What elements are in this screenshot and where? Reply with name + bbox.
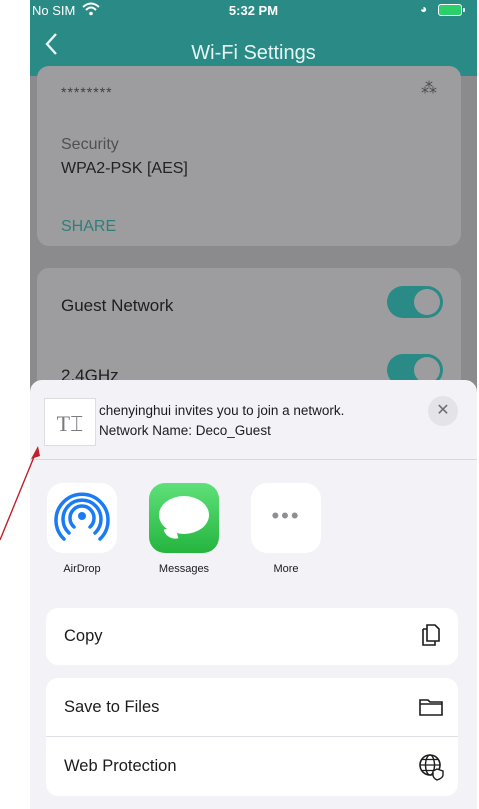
- phone-screen: No SIM 5:32 PM ◕ Wi-Fi Settings ********…: [30, 0, 477, 809]
- page-title: Wi-Fi Settings: [191, 42, 316, 64]
- text-cursor-icon: T⌶: [56, 411, 84, 436]
- battery-charging-icon: [438, 4, 465, 16]
- web-protection-action[interactable]: Web Protection: [46, 737, 458, 796]
- share-message-line1: chenyinghui invites you to join a networ…: [99, 403, 345, 418]
- copy-icon: [418, 622, 444, 648]
- messages-label: Messages: [158, 563, 210, 575]
- password-value: ********: [61, 84, 113, 100]
- security-value: WPA2-PSK [AES]: [61, 160, 188, 177]
- top-bar: No SIM 5:32 PM ◕ Wi-Fi Settings: [30, 0, 477, 76]
- wifi-card: ******** ⁂ Security WPA2-PSK [AES] SHARE: [37, 66, 461, 246]
- share-message-line2: Network Name: Deco_Guest: [99, 423, 271, 438]
- share-apps-row: AirDrop Messages ••• More: [30, 483, 477, 583]
- copy-label: Copy: [64, 627, 103, 645]
- share-sheet-header: T⌶ chenyinghui invites you to join a net…: [30, 380, 477, 460]
- more-label: More: [273, 563, 299, 575]
- web-protection-label: Web Protection: [64, 757, 177, 775]
- eye-icon[interactable]: ⁂: [421, 78, 437, 98]
- messages-icon: [149, 483, 219, 553]
- rotation-lock-icon: ◕: [420, 2, 428, 16]
- ellipsis-icon: •••: [271, 503, 301, 528]
- copy-action[interactable]: Copy: [46, 608, 458, 665]
- security-label: Security: [61, 136, 119, 153]
- share-message: chenyinghui invites you to join a networ…: [99, 401, 409, 441]
- airdrop-app[interactable]: AirDrop: [42, 483, 122, 575]
- guest-network-toggle[interactable]: [387, 286, 443, 318]
- clock: 5:32 PM: [228, 3, 279, 18]
- globe-shield-icon: [418, 753, 444, 781]
- file-actions-group: Save to Files Web Protection: [46, 678, 458, 796]
- folder-icon: [418, 694, 444, 720]
- share-sheet: T⌶ chenyinghui invites you to join a net…: [30, 380, 477, 809]
- speech-bubble-icon: [159, 496, 209, 534]
- more-app[interactable]: ••• More: [246, 483, 326, 575]
- status-bar: No SIM 5:32 PM ◕: [30, 0, 477, 22]
- more-icon: •••: [251, 483, 321, 553]
- save-to-files-action[interactable]: Save to Files: [46, 678, 458, 737]
- close-button[interactable]: ✕: [428, 396, 458, 426]
- share-button[interactable]: SHARE: [61, 218, 116, 236]
- text-preview-thumbnail: T⌶: [44, 398, 96, 446]
- messages-app[interactable]: Messages: [144, 483, 224, 575]
- save-to-files-label: Save to Files: [64, 698, 160, 716]
- airdrop-icon: [47, 483, 117, 553]
- airdrop-label: AirDrop: [63, 563, 101, 575]
- guest-network-label: Guest Network: [61, 296, 174, 315]
